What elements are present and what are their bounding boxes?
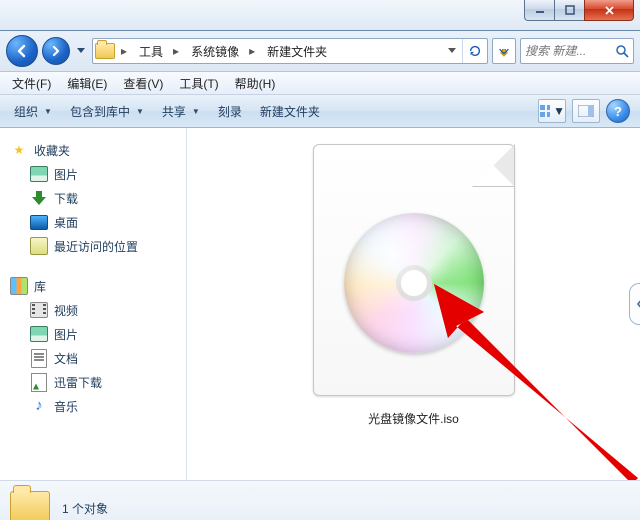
navigation-bar: ▸ 工具 ▸ 系统镜像 ▸ 新建文件夹 bbox=[0, 31, 640, 72]
titlebar bbox=[0, 0, 640, 31]
chevron-down-icon: ▼ bbox=[136, 107, 144, 116]
menubar: 文件(F) 编辑(E) 查看(V) 工具(T) 帮助(H) bbox=[0, 72, 640, 95]
sidebar-item-videos[interactable]: 视频 bbox=[8, 298, 182, 322]
change-view-button[interactable]: ▼ bbox=[538, 99, 566, 123]
libraries-group[interactable]: 库 bbox=[8, 274, 182, 298]
new-folder-button[interactable]: 新建文件夹 bbox=[252, 99, 328, 124]
breadcrumb-dropdown[interactable] bbox=[440, 39, 462, 63]
library-icon bbox=[10, 277, 28, 295]
file-item-iso[interactable]: 光盘镜像文件.iso bbox=[290, 144, 538, 427]
share-button[interactable]: 共享▼ bbox=[154, 99, 208, 124]
breadcrumb-seg-image[interactable]: 系统镜像 bbox=[183, 39, 245, 63]
menu-tools[interactable]: 工具(T) bbox=[171, 73, 226, 94]
chevron-right-icon[interactable]: ▸ bbox=[117, 39, 131, 63]
pictures-icon bbox=[30, 165, 48, 183]
chevron-down-icon: ▼ bbox=[192, 107, 200, 116]
command-bar: 组织▼ 包含到库中▼ 共享▼ 刻录 新建文件夹 ▼ ? bbox=[0, 95, 640, 128]
favorites-group[interactable]: ★ 收藏夹 bbox=[8, 138, 182, 162]
menu-edit[interactable]: 编辑(E) bbox=[59, 73, 115, 94]
back-button[interactable] bbox=[6, 35, 38, 67]
content-area: ★ 收藏夹 图片 下载 桌面 最近访问的位置 库 视频 图片 文档 迅雷下载 ♪… bbox=[0, 128, 640, 480]
breadcrumb-seg-newfolder[interactable]: 新建文件夹 bbox=[259, 39, 333, 63]
include-in-library-button[interactable]: 包含到库中▼ bbox=[62, 99, 152, 124]
sidebar-item-music[interactable]: ♪音乐 bbox=[8, 394, 182, 418]
music-icon: ♪ bbox=[30, 397, 48, 415]
help-button[interactable]: ? bbox=[606, 99, 630, 123]
file-list[interactable]: 光盘镜像文件.iso bbox=[187, 128, 640, 480]
sidebar-item-pictures[interactable]: 图片 bbox=[8, 162, 182, 186]
close-button[interactable] bbox=[584, 0, 634, 21]
status-bar: 1 个对象 bbox=[0, 480, 640, 520]
file-name-label: 光盘镜像文件.iso bbox=[368, 410, 459, 427]
menu-help[interactable]: 帮助(H) bbox=[227, 73, 284, 94]
minimize-button[interactable] bbox=[524, 0, 555, 21]
status-object-count: 1 个对象 bbox=[62, 500, 108, 517]
breadcrumb-bar[interactable]: ▸ 工具 ▸ 系统镜像 ▸ 新建文件夹 bbox=[92, 38, 488, 64]
breadcrumb-seg-tools[interactable]: 工具 bbox=[131, 39, 169, 63]
explorer-window: ▸ 工具 ▸ 系统镜像 ▸ 新建文件夹 文件(F) 编辑(E) 查看(V) 工具… bbox=[0, 0, 640, 520]
iso-file-icon bbox=[313, 144, 515, 396]
view-controls: ▼ ? bbox=[538, 99, 630, 123]
search-box[interactable] bbox=[520, 38, 634, 64]
preview-pane-expander[interactable] bbox=[629, 283, 640, 325]
download-icon bbox=[30, 189, 48, 207]
window-controls bbox=[524, 0, 634, 21]
search-input[interactable] bbox=[521, 44, 611, 58]
video-icon bbox=[30, 301, 48, 319]
recent-icon bbox=[30, 237, 48, 255]
pictures-icon bbox=[30, 325, 48, 343]
sidebar-item-documents[interactable]: 文档 bbox=[8, 346, 182, 370]
organize-button[interactable]: 组织▼ bbox=[6, 99, 60, 124]
sidebar-item-xunlei[interactable]: 迅雷下载 bbox=[8, 370, 182, 394]
sidebar-item-desktop[interactable]: 桌面 bbox=[8, 210, 182, 234]
star-icon: ★ bbox=[10, 141, 28, 159]
refresh-button[interactable] bbox=[462, 39, 487, 63]
previous-locations-button[interactable] bbox=[492, 38, 516, 64]
document-icon bbox=[30, 349, 48, 367]
forward-button[interactable] bbox=[42, 37, 70, 65]
folder-icon bbox=[10, 490, 50, 520]
preview-pane-button[interactable] bbox=[572, 99, 600, 123]
chevron-down-icon: ▼ bbox=[44, 107, 52, 116]
burn-button[interactable]: 刻录 bbox=[210, 99, 250, 124]
desktop-icon bbox=[30, 213, 48, 231]
maximize-button[interactable] bbox=[555, 0, 584, 21]
xunlei-icon bbox=[30, 373, 48, 391]
sidebar-item-downloads[interactable]: 下载 bbox=[8, 186, 182, 210]
history-dropdown[interactable] bbox=[74, 39, 88, 63]
sidebar-item-lib-pictures[interactable]: 图片 bbox=[8, 322, 182, 346]
favorites-label: 收藏夹 bbox=[34, 142, 70, 159]
chevron-down-icon: ▼ bbox=[553, 104, 565, 118]
sidebar-item-recent[interactable]: 最近访问的位置 bbox=[8, 234, 182, 258]
chevron-right-icon[interactable]: ▸ bbox=[169, 39, 183, 63]
navigation-pane[interactable]: ★ 收藏夹 图片 下载 桌面 最近访问的位置 库 视频 图片 文档 迅雷下载 ♪… bbox=[0, 128, 187, 480]
folder-icon bbox=[93, 39, 117, 63]
search-icon[interactable] bbox=[611, 40, 633, 62]
chevron-right-icon[interactable]: ▸ bbox=[245, 39, 259, 63]
disc-icon bbox=[344, 213, 484, 353]
menu-file[interactable]: 文件(F) bbox=[4, 73, 59, 94]
libraries-label: 库 bbox=[34, 278, 46, 295]
menu-view[interactable]: 查看(V) bbox=[115, 73, 171, 94]
